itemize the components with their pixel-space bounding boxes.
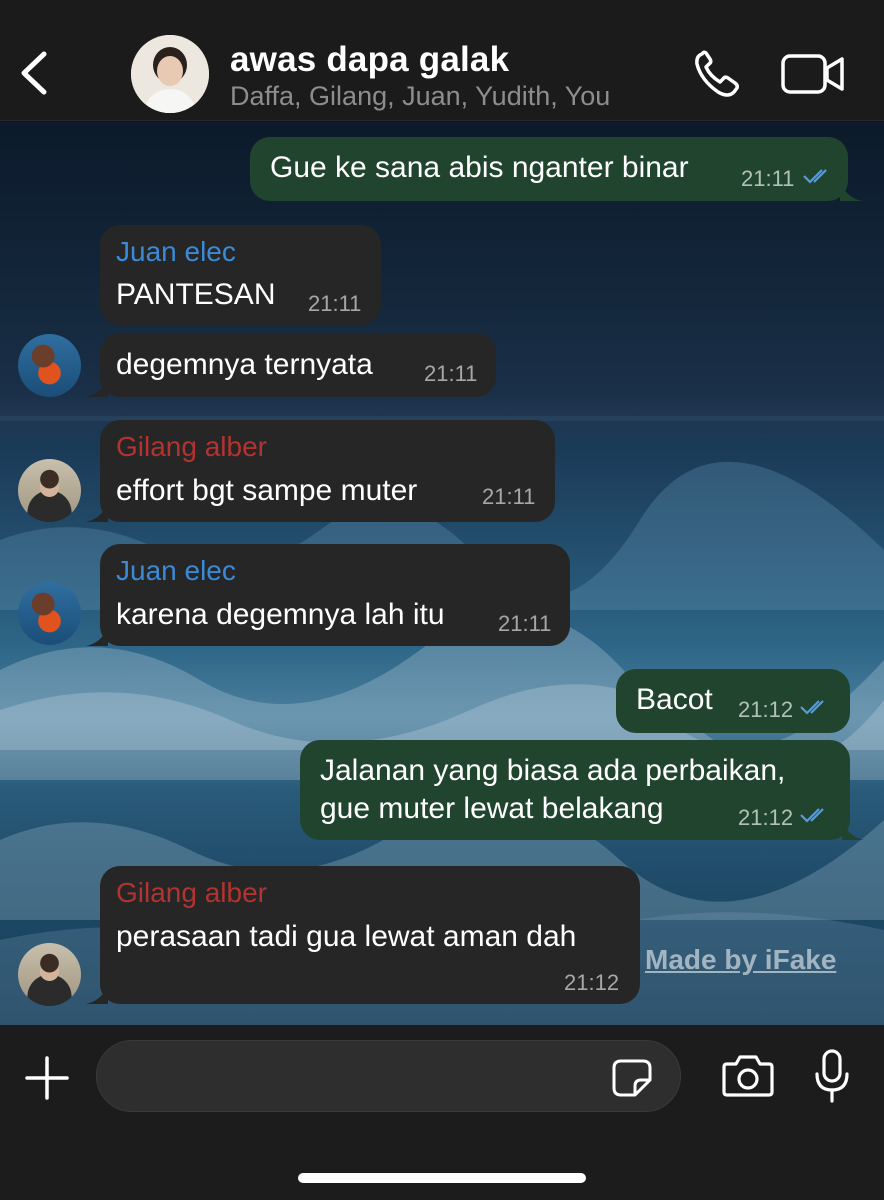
- message-text: Gue ke sana abis nganter binar: [270, 151, 689, 184]
- sticker-icon[interactable]: [611, 1058, 653, 1098]
- sender-name[interactable]: Gilang alber: [116, 877, 267, 909]
- message-time: 21:11: [424, 361, 478, 386]
- message-time: 21:11: [308, 291, 362, 316]
- message-text: karena degemnya lah itu: [116, 598, 445, 631]
- message-time: 21:12: [738, 805, 794, 830]
- message-bubble-incoming[interactable]: Gilang alber perasaan tadi gua lewat ama…: [86, 866, 640, 1004]
- message-bubble-incoming[interactable]: degemnya ternyata 21:11: [86, 333, 496, 397]
- video-camera-icon[interactable]: [780, 52, 846, 96]
- message-time: 21:11: [741, 166, 795, 191]
- watermark: Made by iFake: [645, 944, 837, 975]
- home-indicator: [298, 1173, 586, 1183]
- message-bubble-incoming[interactable]: Gilang alber effort bgt sampe muter 21:1…: [86, 420, 555, 522]
- message-bubble-incoming[interactable]: Juan elec karena degemnya lah itu 21:11: [86, 544, 570, 646]
- message-text: effort bgt sampe muter: [116, 474, 418, 507]
- message-time: 21:11: [482, 484, 536, 509]
- bubble-tail: [86, 982, 108, 1004]
- message-text: PANTESAN: [116, 278, 276, 311]
- sender-name[interactable]: Juan elec: [116, 236, 236, 268]
- sender-avatar[interactable]: [18, 459, 81, 522]
- message-bubble-outgoing[interactable]: Bacot 21:12: [616, 669, 850, 733]
- sender-name[interactable]: Gilang alber: [116, 431, 267, 463]
- back-chevron-icon[interactable]: [14, 48, 54, 98]
- bubble-tail: [840, 179, 862, 201]
- message-input[interactable]: [96, 1040, 681, 1112]
- bubble-tail: [842, 818, 864, 840]
- double-check-icon: [803, 169, 827, 184]
- bubble-tail: [86, 500, 108, 522]
- group-title[interactable]: awas dapa galak: [230, 40, 509, 80]
- sender-avatar[interactable]: [18, 582, 81, 645]
- microphone-icon[interactable]: [812, 1048, 852, 1104]
- double-check-icon: [800, 700, 824, 715]
- double-check-icon: [800, 808, 824, 823]
- message-text-line: gue muter lewat belakang: [320, 792, 664, 825]
- message-time: 21:12: [738, 697, 794, 722]
- bubble-tail: [86, 624, 108, 646]
- group-members[interactable]: Daffa, Gilang, Juan, Yudith, You: [230, 81, 610, 112]
- message-text: degemnya ternyata: [116, 348, 373, 381]
- message-text: Bacot: [636, 683, 713, 716]
- composer-bar: [0, 1025, 884, 1200]
- plus-icon[interactable]: [24, 1055, 70, 1101]
- message-text-line: Jalanan yang biasa ada perbaikan,: [320, 754, 786, 787]
- message-bubble-outgoing[interactable]: Jalanan yang biasa ada perbaikan, gue mu…: [300, 740, 864, 840]
- sender-avatar[interactable]: [18, 334, 81, 397]
- group-avatar[interactable]: [131, 35, 209, 113]
- sender-avatar[interactable]: [18, 943, 81, 1006]
- phone-icon[interactable]: [688, 48, 744, 100]
- bubble-tail: [86, 375, 108, 397]
- message-bubble-outgoing[interactable]: Gue ke sana abis nganter binar 21:11: [250, 137, 862, 201]
- sender-name[interactable]: Juan elec: [116, 555, 236, 587]
- message-bubble-incoming[interactable]: Juan elec PANTESAN 21:11: [100, 225, 381, 325]
- camera-icon[interactable]: [721, 1052, 775, 1098]
- message-text: perasaan tadi gua lewat aman dah: [116, 920, 577, 953]
- chat-area[interactable]: Gue ke sana abis nganter binar 21:11 Jua…: [0, 122, 884, 1025]
- chat-header: awas dapa galak Daffa, Gilang, Juan, Yud…: [0, 0, 884, 121]
- message-time: 21:11: [498, 611, 552, 636]
- message-time: 21:12: [564, 970, 620, 995]
